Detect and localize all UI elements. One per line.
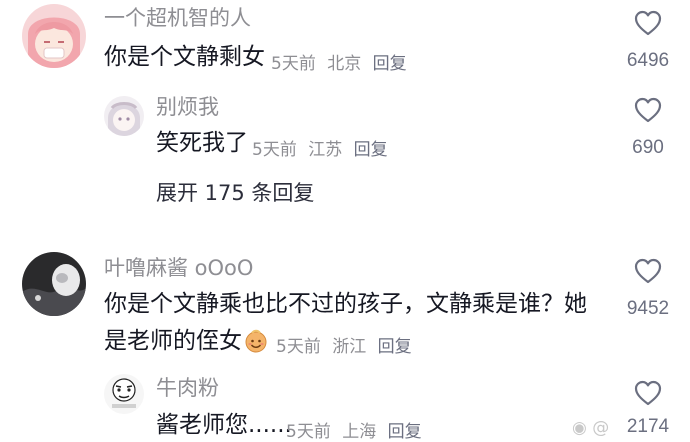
comment-page: 一个超机智的人 你是个文静剩女 5天前 北京 回复 6496 别烦我 笑死我了 … [0, 0, 690, 442]
heart-outline-icon [634, 10, 662, 36]
comment-3-text-line2: 是老师的侄女 [104, 328, 242, 354]
comment-3-like-button[interactable]: 9452 [618, 258, 678, 320]
meme-face-avatar-icon [104, 374, 144, 414]
comment-2-reply-button[interactable]: 回复 [354, 140, 388, 160]
comment-1-text: 你是个文静剩女 [104, 44, 265, 70]
comment-2-like-count: 690 [632, 137, 664, 158]
comment-3-meta: 5天前 浙江 回复 [276, 332, 412, 357]
comment-4-reply-button[interactable]: 回复 [388, 422, 422, 442]
comment-3-text-line2-wrap: 是老师的侄女 [104, 329, 268, 353]
comment-2-like-button[interactable]: 690 [618, 97, 678, 159]
smiling-emoji-icon [245, 329, 267, 353]
avatar-comment-4[interactable] [104, 374, 144, 414]
comment-3-time: 5天前 [276, 337, 321, 357]
heart-outline-icon [634, 97, 662, 123]
comment-4-like-count: 2174 [626, 416, 670, 437]
avatar-comment-3[interactable] [22, 252, 86, 316]
weibo-logo-icon: ◉ [572, 418, 587, 438]
heart-outline-icon [634, 258, 662, 284]
comment-4-username[interactable]: 牛肉粉 [156, 378, 219, 399]
comment-2-time: 5天前 [252, 140, 297, 160]
expand-replies-button[interactable]: 展开 175 条回复 [156, 177, 314, 207]
comment-3-like-count: 9452 [626, 298, 670, 319]
comment-4-like-button[interactable]: 2174 [618, 380, 678, 438]
comment-2-meta: 5天前 江苏 回复 [252, 135, 388, 160]
comment-3-location: 浙江 [332, 337, 367, 357]
watermark: ◉ @ [572, 418, 623, 438]
comment-1-like-button[interactable]: 6496 [618, 10, 678, 72]
comment-4-meta: 5天前 上海 回复 [286, 417, 422, 442]
avatar-comment-1[interactable] [22, 4, 86, 68]
heart-outline-icon [634, 380, 662, 406]
comment-3-username[interactable]: 叶噜麻酱 oOoO [104, 258, 253, 279]
anime-avatar-icon [104, 96, 144, 136]
comment-1-time: 5天前 [271, 54, 316, 74]
comment-2-username[interactable]: 别烦我 [156, 97, 219, 118]
comment-1-meta: 5天前 北京 回复 [271, 49, 407, 74]
comment-1-like-count: 6496 [626, 50, 670, 71]
dark-photo-avatar-icon [22, 252, 86, 316]
comment-2-location: 江苏 [308, 140, 343, 160]
comment-3-reply-button[interactable]: 回复 [378, 337, 412, 357]
anime-avatar-icon [22, 4, 86, 68]
comment-1-username[interactable]: 一个超机智的人 [104, 8, 251, 29]
comment-2-text: 笑死我了 [156, 130, 248, 156]
avatar-comment-2[interactable] [104, 96, 144, 136]
comment-4-time: 5天前 [286, 422, 331, 442]
comment-4-location: 上海 [342, 422, 377, 442]
comment-3-text-line1: 你是个文静乘也比不过的孩子，文静乘是谁？她 [104, 291, 587, 317]
watermark-text: @ [592, 418, 623, 438]
comment-1-location: 北京 [327, 54, 362, 74]
comment-1-reply-button[interactable]: 回复 [373, 54, 407, 74]
comment-4-text: 酱老师您...... [156, 412, 292, 438]
